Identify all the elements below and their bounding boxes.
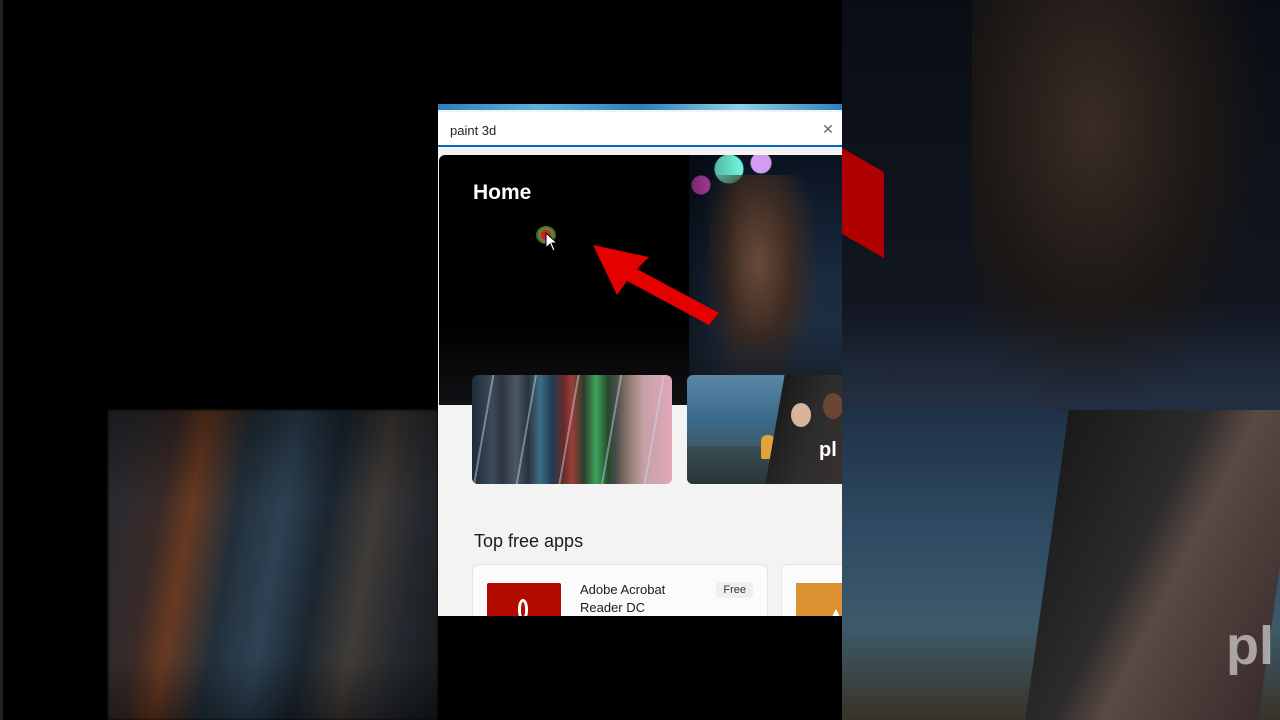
blurred-logo-text: pl	[1226, 616, 1274, 676]
blurred-movie-art	[842, 410, 1280, 720]
movie-face	[791, 403, 811, 427]
acrobat-glyph	[518, 599, 528, 616]
app-icon: ▲	[796, 583, 842, 616]
game-art	[472, 375, 672, 484]
app-glyph: ▲	[830, 605, 842, 616]
right-backdrop: pl	[842, 0, 1280, 720]
app-card[interactable]: Adobe Acrobat Reader DC Free	[472, 564, 768, 616]
mouse-cursor-icon	[545, 232, 559, 252]
movie-logo-text: pl	[819, 439, 837, 461]
blurred-game-art	[108, 410, 438, 720]
price-badge: Free	[716, 582, 753, 598]
home-content: Home pl Top free apps Adobe Acrobat Read…	[438, 155, 842, 616]
adobe-acrobat-icon	[487, 583, 561, 616]
movie-poster	[765, 375, 842, 484]
search-bar: ✕	[438, 112, 842, 147]
search-input[interactable]	[448, 118, 802, 142]
app-card[interactable]: ▲	[781, 564, 842, 616]
app-name: Adobe Acrobat Reader DC	[580, 582, 666, 615]
annotation-arrow-icon	[593, 245, 719, 325]
close-icon[interactable]: ✕	[820, 121, 836, 137]
featured-card-movie[interactable]: pl	[687, 375, 842, 484]
left-backdrop	[0, 0, 438, 720]
red-arrow-tip	[842, 147, 884, 259]
page-title: Home	[473, 181, 532, 204]
featured-card-game[interactable]	[472, 375, 672, 484]
left-edge-line	[0, 0, 3, 720]
hero-banner[interactable]: Home	[439, 155, 842, 405]
title-strip	[438, 104, 842, 110]
featured-cards: pl	[438, 375, 842, 485]
section-title[interactable]: Top free apps	[474, 531, 583, 552]
blurred-desk	[842, 300, 1280, 410]
movie-face	[823, 393, 842, 419]
store-window: ✕ Home	[438, 104, 842, 616]
